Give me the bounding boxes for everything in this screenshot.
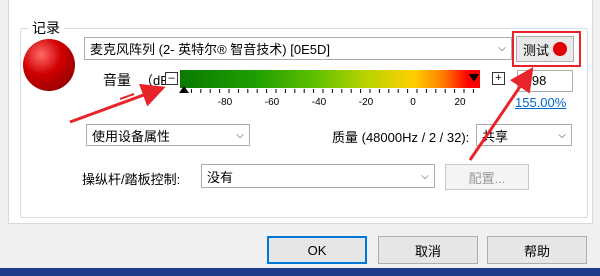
chevron-down-icon: ⌵ (498, 43, 506, 54)
cancel-button[interactable]: 取消 (378, 236, 478, 264)
tick-label: 20 (454, 97, 466, 108)
volume-percent-link[interactable]: 155.00% (515, 95, 566, 110)
device-properties-value: 使用设备属性 (92, 128, 171, 144)
help-button[interactable]: 帮助 (487, 236, 587, 264)
record-indicator-icon (23, 39, 75, 91)
device-properties-dropdown[interactable]: 使用设备属性 ⌵ (86, 124, 250, 146)
tick-label: -60 (264, 97, 280, 108)
volume-decrease-button[interactable]: – (165, 72, 178, 85)
volume-increase-button[interactable]: + (492, 72, 505, 85)
ok-button[interactable]: OK (267, 236, 367, 264)
volume-label: 音量 (103, 72, 131, 88)
tick-label: -80 (217, 97, 233, 108)
joystick-value: 没有 (207, 169, 234, 185)
share-mode-dropdown[interactable]: 共享 ⌵ (476, 124, 572, 146)
share-mode-value: 共享 (482, 128, 509, 144)
configure-button[interactable]: 配置... (445, 164, 529, 190)
device-dropdown-value: 麦克风阵列 (2- 英特尔® 智音技术) [0E5D] (90, 42, 330, 57)
device-dropdown[interactable]: 麦克风阵列 (2- 英特尔® 智音技术) [0E5D] ⌵ (84, 37, 512, 60)
tick-label: 0 (410, 97, 416, 108)
chevron-down-icon: ⌵ (421, 170, 429, 182)
joystick-label: 操纵杆/踏板控制: (82, 172, 181, 187)
volume-scale-ticks (181, 89, 474, 93)
annotation-highlight-box (512, 31, 581, 67)
taskbar-strip (0, 268, 600, 276)
chevron-down-icon: ⌵ (236, 129, 244, 141)
volume-level-meter (180, 70, 480, 88)
joystick-dropdown[interactable]: 没有 ⌵ (201, 164, 435, 188)
volume-value-field[interactable]: 2.98 (517, 70, 573, 92)
quality-label: 质量 (48000Hz / 2 / 32): (332, 130, 470, 145)
chevron-down-icon: ⌵ (558, 129, 566, 141)
record-group-label: 记录 (28, 18, 64, 38)
tick-label: -40 (311, 97, 327, 108)
tick-label: -20 (358, 97, 374, 108)
volume-slider-thumb[interactable] (469, 74, 479, 82)
